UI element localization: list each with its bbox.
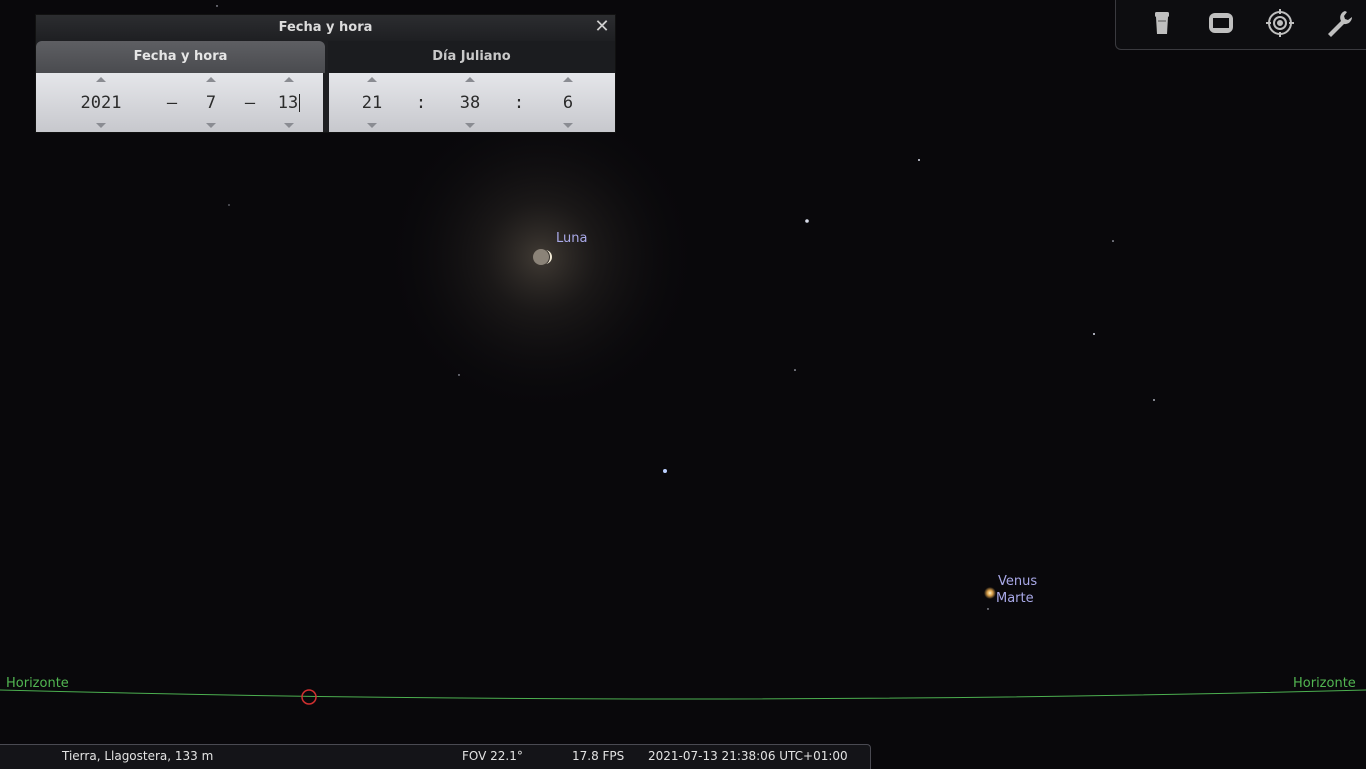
- horizon-line: [0, 689, 1366, 700]
- moon-label[interactable]: Luna: [556, 231, 587, 246]
- hour-spinbox[interactable]: 21: [347, 73, 397, 132]
- year-down-arrow-icon[interactable]: [96, 123, 106, 128]
- month-spinbox[interactable]: 7: [186, 73, 236, 132]
- cardinal-marker: [301, 689, 317, 705]
- tab-date-time[interactable]: Fecha y hora: [36, 41, 325, 73]
- moon[interactable]: [533, 249, 549, 265]
- day-value[interactable]: 13: [264, 92, 314, 114]
- month-up-arrow-icon[interactable]: [206, 77, 216, 82]
- dialog-title[interactable]: Fecha y hora: [36, 15, 615, 41]
- venus-label[interactable]: Venus: [998, 574, 1037, 589]
- second-up-arrow-icon[interactable]: [563, 77, 573, 82]
- fov-text[interactable]: FOV 22.1°: [462, 749, 523, 763]
- month-down-arrow-icon[interactable]: [206, 123, 216, 128]
- close-icon[interactable]: ✕: [593, 18, 611, 36]
- horizon-label-left: Horizonte: [6, 676, 69, 691]
- time-panel: 21 : 38 : 6: [329, 73, 615, 132]
- fps-text[interactable]: 17.8 FPS: [572, 749, 624, 763]
- year-up-arrow-icon[interactable]: [96, 77, 106, 82]
- minute-value[interactable]: 38: [445, 92, 495, 114]
- minute-up-arrow-icon[interactable]: [465, 77, 475, 82]
- hour-up-arrow-icon[interactable]: [367, 77, 377, 82]
- hour-down-arrow-icon[interactable]: [367, 123, 377, 128]
- wrench-icon[interactable]: [1323, 7, 1355, 39]
- date-separator: –: [166, 93, 178, 113]
- minute-spinbox[interactable]: 38: [445, 73, 495, 132]
- month-value[interactable]: 7: [186, 92, 236, 114]
- venus[interactable]: [984, 587, 996, 599]
- second-value[interactable]: 6: [543, 92, 593, 114]
- top-toolbar: [1115, 0, 1366, 50]
- second-down-arrow-icon[interactable]: [563, 123, 573, 128]
- minute-down-arrow-icon[interactable]: [465, 123, 475, 128]
- time-separator: :: [513, 93, 525, 113]
- mars-label[interactable]: Marte: [996, 591, 1034, 606]
- second-spinbox[interactable]: 6: [543, 73, 593, 132]
- year-value[interactable]: 2021: [61, 92, 141, 114]
- text-caret: [299, 94, 301, 112]
- horizon-label-right: Horizonte: [1293, 676, 1356, 691]
- hour-value[interactable]: 21: [347, 92, 397, 114]
- location-text[interactable]: Tierra, Llagostera, 133 m: [62, 749, 213, 763]
- screen-icon[interactable]: [1205, 7, 1237, 39]
- day-up-arrow-icon[interactable]: [284, 77, 294, 82]
- day-spinbox[interactable]: 13: [264, 73, 314, 132]
- time-separator: :: [415, 93, 427, 113]
- datetime-text[interactable]: 2021-07-13 21:38:06 UTC+01:00: [648, 749, 848, 763]
- date-separator: –: [244, 93, 256, 113]
- date-time-dialog: Fecha y hora ✕ Fecha y hora Día Juliano …: [35, 14, 616, 133]
- year-spinbox[interactable]: 2021: [61, 73, 141, 132]
- status-bar: Tierra, Llagostera, 133 m FOV 22.1° 17.8…: [0, 744, 871, 769]
- day-text: 13: [277, 93, 299, 113]
- day-down-arrow-icon[interactable]: [284, 123, 294, 128]
- tab-julian-day[interactable]: Día Juliano: [328, 41, 615, 73]
- target-icon[interactable]: [1264, 7, 1296, 39]
- date-panel: 2021 – 7 – 13: [36, 73, 323, 132]
- ocular-icon[interactable]: [1146, 7, 1178, 39]
